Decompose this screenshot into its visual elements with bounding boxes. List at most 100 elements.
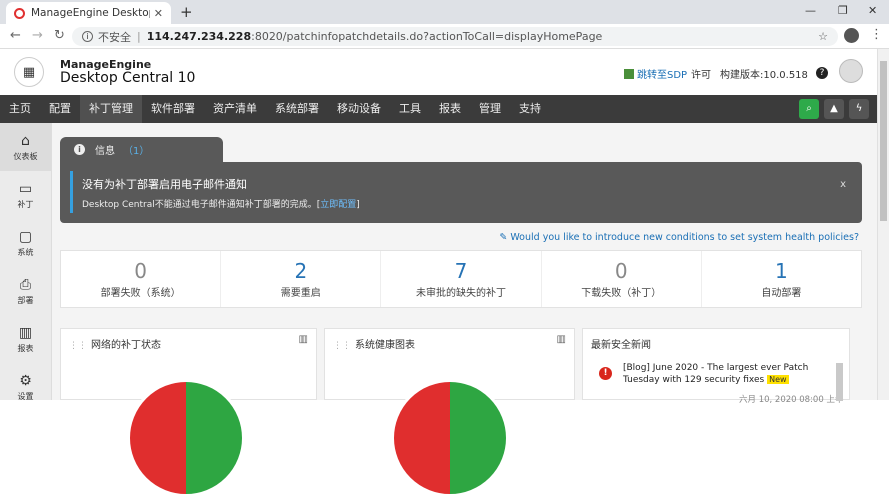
nav-item-reports[interactable]: 报表 — [430, 95, 470, 123]
stat-value: 2 — [294, 259, 308, 283]
drag-handle-icon[interactable]: ⋮⋮ — [333, 341, 351, 351]
stat-download-failed[interactable]: 0 下载失败（补丁） — [542, 251, 702, 307]
app-grid-icon[interactable]: ▦ — [14, 57, 44, 87]
stat-reboot-required[interactable]: 2 需要重启 — [221, 251, 382, 307]
security-news-widget: 最新安全新闻 ! [Blog] June 2020 - The largest … — [582, 328, 850, 405]
nav-item-osd[interactable]: 系统部署 — [266, 95, 328, 123]
sidebar-item-dashboard[interactable]: ⌂ 仪表板 — [0, 123, 51, 171]
reload-icon[interactable]: ↻ — [54, 28, 65, 43]
profile-icon[interactable] — [844, 28, 859, 43]
browser-tab[interactable]: ManageEngine Desktop Centra ✕ — [6, 2, 171, 24]
widget-title: ⋮⋮ 系统健康图表 — [333, 336, 415, 351]
nav-item-software[interactable]: 软件部署 — [142, 95, 204, 123]
main-nav: 主页 配置 补丁管理 软件部署 资产清单 系统部署 移动设备 工具 报表 管理 … — [0, 95, 877, 123]
info-icon[interactable]: i — [82, 31, 93, 42]
info-tab-label: 信息 — [95, 146, 115, 157]
nav-item-admin[interactable]: 管理 — [470, 95, 510, 123]
stat-deploy-failed[interactable]: 0 部署失败（系统） — [61, 251, 222, 307]
patch-status-pie[interactable] — [127, 379, 245, 497]
nav-item-home[interactable]: 主页 — [0, 95, 40, 123]
sdp-label: 跳转至SDP — [637, 70, 688, 81]
logo-product: Desktop Central 10 — [60, 70, 196, 86]
chart-icon[interactable]: ▥ — [557, 334, 566, 345]
stat-value: 0 — [134, 259, 147, 283]
sidebar: ⌂ 仪表板 ▭ 补丁 ▢ 系统 ⎙ 部署 ▥ 报表 ⚙ 设置 — [0, 123, 52, 401]
close-tab-icon[interactable]: ✕ — [154, 7, 163, 20]
info-icon: i — [74, 144, 85, 155]
configure-now-link[interactable]: 立即配置 — [320, 200, 356, 210]
minimize-button[interactable]: — — [805, 4, 816, 17]
url-field[interactable]: i 不安全 | 114.247.234.228 :8020/patchinfop… — [72, 27, 838, 46]
sidebar-item-label: 报表 — [17, 343, 34, 353]
new-badge: New — [767, 375, 789, 384]
sdp-link[interactable]: 跳转至SDP — [624, 66, 687, 81]
stat-value: 0 — [614, 259, 628, 283]
deploy-icon: ⎙ — [19, 276, 32, 293]
sidebar-item-patch[interactable]: ▭ 补丁 — [0, 171, 51, 219]
page-scrollbar[interactable] — [877, 49, 889, 400]
search-icon[interactable]: ⌕ — [799, 99, 819, 119]
address-bar: ← → ↻ i 不安全 | 114.247.234.228 :8020/patc… — [0, 24, 889, 49]
info-panel: 没有为补丁部署启用电子邮件通知 Desktop Central不能通过电子邮件通… — [60, 162, 862, 223]
sidebar-item-label: 补丁 — [17, 199, 34, 209]
news-date: 六月 10, 2020 08:00 上午 — [739, 395, 844, 405]
nav-item-patch[interactable]: 补丁管理 — [80, 95, 142, 123]
widget-title-text: 网络的补丁状态 — [91, 340, 161, 351]
lightning-icon[interactable]: ϟ — [849, 99, 869, 119]
sidebar-item-deploy[interactable]: ⎙ 部署 — [0, 267, 51, 315]
stat-value: 7 — [454, 259, 468, 283]
favicon-icon — [14, 7, 25, 19]
sidebar-item-reports[interactable]: ▥ 报表 — [0, 315, 51, 363]
drag-handle-icon[interactable]: ⋮⋮ — [69, 341, 87, 351]
stat-label: 需要重启 — [280, 288, 321, 299]
help-icon[interactable]: ? — [816, 67, 828, 79]
scrollbar-thumb[interactable] — [880, 61, 887, 221]
nav-item-support[interactable]: 支持 — [510, 95, 550, 123]
nav-item-tools[interactable]: 工具 — [390, 95, 430, 123]
home-icon: ⌂ — [21, 132, 30, 149]
edit-icon: ✎ — [499, 232, 511, 243]
close-icon[interactable]: x — [840, 179, 846, 190]
sidebar-item-systems[interactable]: ▢ 系统 — [0, 219, 51, 267]
info-desc-text: Desktop Central不能通过电子邮件通知补丁部署的完成。[ — [82, 200, 321, 210]
nav-item-mobile[interactable]: 移动设备 — [328, 95, 390, 123]
info-tab[interactable]: i 信息 （1） — [60, 137, 223, 162]
sidebar-item-label: 部署 — [17, 295, 34, 305]
news-scrollbar[interactable] — [836, 363, 843, 401]
report-icon: ▥ — [18, 324, 33, 341]
widget-title: ⋮⋮ 网络的补丁状态 — [69, 336, 161, 351]
url-path: :8020/patchinfopatchdetails.do?actionToC… — [251, 30, 603, 43]
new-tab-button[interactable]: + — [180, 3, 193, 21]
stat-unapproved-patches[interactable]: 7 未审批的缺失的补丁 — [381, 251, 542, 307]
sidebar-item-settings[interactable]: ⚙ 设置 — [0, 363, 51, 411]
patch-icon: ▭ — [18, 180, 33, 197]
license-link[interactable]: 许可 — [691, 66, 711, 81]
chart-icon[interactable]: ▥ — [299, 334, 308, 345]
nav-item-inventory[interactable]: 资产清单 — [204, 95, 266, 123]
close-window-button[interactable]: ✕ — [868, 4, 877, 17]
info-heading: 没有为补丁部署启用电子邮件通知 — [82, 178, 247, 191]
tab-title: ManageEngine Desktop Centra — [31, 7, 150, 19]
stat-auto-deploy[interactable]: 1 自动部署 — [702, 251, 861, 307]
url-host: 114.247.234.228 — [146, 30, 252, 43]
sidebar-item-label: 仪表板 — [13, 151, 38, 161]
info-description: Desktop Central不能通过电子邮件通知补丁部署的完成。[立即配置] — [82, 197, 360, 210]
avatar[interactable] — [839, 59, 863, 83]
nav-item-config[interactable]: 配置 — [40, 95, 80, 123]
bookmark-star-icon[interactable]: ☆ — [818, 30, 828, 43]
health-policy-link[interactable]: ✎ Would you like to introduce new condit… — [499, 232, 859, 243]
rocket-icon[interactable]: ▲ — [824, 99, 844, 119]
maximize-button[interactable]: ❐ — [838, 4, 848, 17]
info-tab-count: （1） — [123, 146, 150, 157]
forward-icon[interactable]: → — [32, 28, 43, 43]
back-icon[interactable]: ← — [10, 28, 21, 43]
stat-label: 未审批的缺失的补丁 — [416, 288, 506, 299]
info-accent-bar — [70, 171, 73, 213]
browser-menu-icon[interactable]: ⋮ — [870, 27, 883, 42]
health-chart-pie[interactable] — [391, 379, 509, 497]
alert-icon: ! — [599, 367, 612, 380]
stat-label: 下载失败（补丁） — [581, 288, 662, 299]
news-text[interactable]: [Blog] June 2020 - The largest ever Patc… — [623, 363, 837, 386]
info-desc-bracket: ] — [356, 200, 360, 210]
gear-icon: ⚙ — [19, 372, 32, 389]
